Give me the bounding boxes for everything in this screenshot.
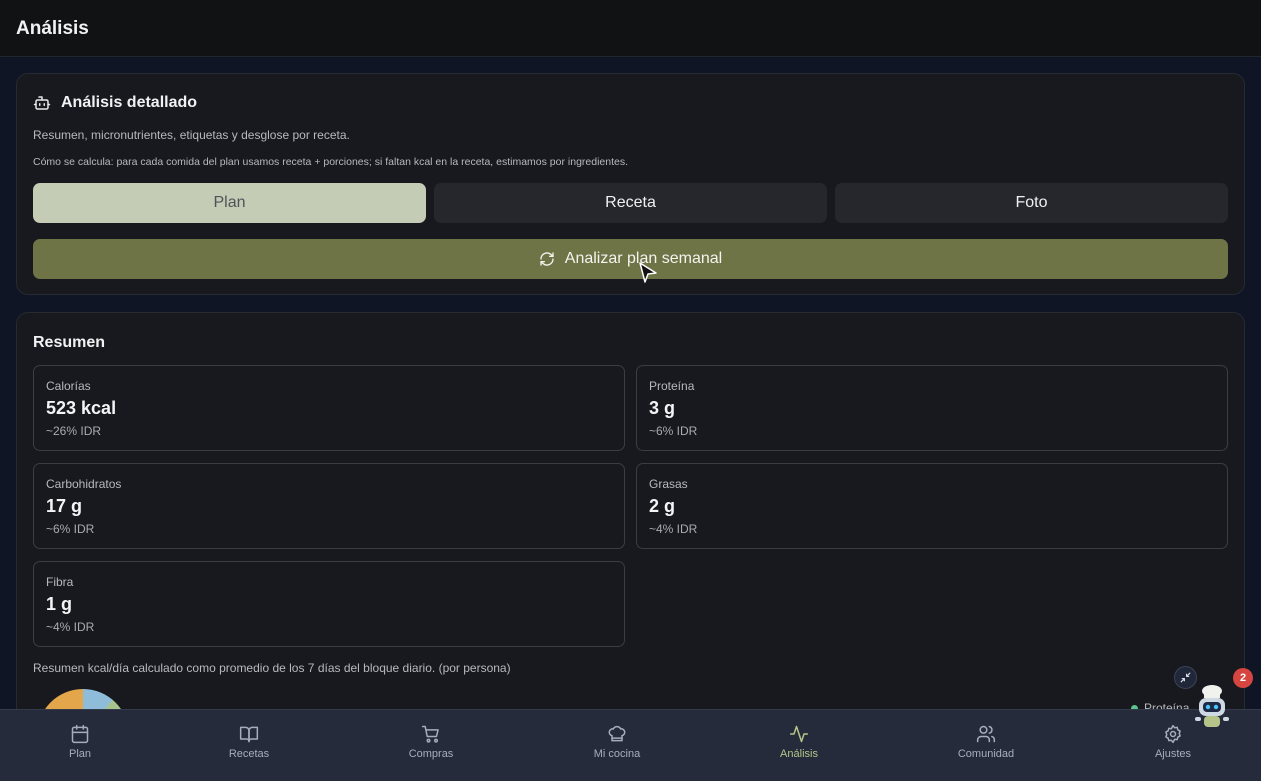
summary-note: Resumen kcal/día calculado como promedio… xyxy=(33,661,511,675)
nav-label: Mi cocina xyxy=(593,748,641,760)
stat-percent: ~4% IDR xyxy=(46,620,95,634)
nav-item-recetas[interactable]: Recetas xyxy=(199,724,299,760)
analysis-header: Análisis detallado xyxy=(33,94,197,112)
summary-title: Resumen xyxy=(33,334,106,351)
stat-percent: ~6% IDR xyxy=(649,424,698,438)
stat-label: Carbohidratos xyxy=(46,477,122,491)
chef-hat-icon xyxy=(608,725,626,742)
chef-bot-assistant-icon[interactable] xyxy=(1190,682,1234,732)
page-title: Análisis xyxy=(16,18,89,39)
mouse-cursor-icon xyxy=(639,262,657,283)
stat-label: Grasas xyxy=(649,477,688,491)
tab-plan[interactable]: Plan xyxy=(33,183,426,223)
summary-card: Resumen Calorías 523 kcal ~26% IDR Prote… xyxy=(16,312,1245,709)
stat-value: 17 g xyxy=(46,496,83,516)
calc-note: Cómo se calcula: para cada comida del pl… xyxy=(33,156,629,168)
stat-label: Proteína xyxy=(649,379,695,393)
nav-item-mi-cocina[interactable]: Mi cocina xyxy=(567,724,667,760)
stat-percent: ~26% IDR xyxy=(46,424,102,438)
tab-foto[interactable]: Foto xyxy=(835,183,1228,223)
stat-label: Calorías xyxy=(46,379,91,393)
stat-value: 3 g xyxy=(649,398,676,418)
stat-percent: ~4% IDR xyxy=(649,522,698,536)
nav-label: Ajustes xyxy=(1154,748,1192,760)
stat-protein: Proteína 3 g ~6% IDR xyxy=(636,365,1228,451)
nav-label: Recetas xyxy=(228,748,270,760)
nav-item-compras[interactable]: Compras xyxy=(381,724,481,760)
stat-calories: Calorías 523 kcal ~26% IDR xyxy=(33,365,625,451)
analyze-plan-button[interactable]: Analizar plan semanal xyxy=(33,239,1228,279)
top-bar: Análisis xyxy=(0,0,1261,57)
cart-icon xyxy=(421,725,439,743)
tab-receta[interactable]: Receta xyxy=(434,183,827,223)
legend-label: Proteína xyxy=(1144,701,1190,709)
nav-label: Análisis xyxy=(780,748,818,760)
analysis-card: Análisis detallado Resumen, micronutrien… xyxy=(16,73,1245,295)
stat-value: 523 kcal xyxy=(46,398,117,418)
main-content[interactable]: Análisis detallado Resumen, micronutrien… xyxy=(0,57,1261,709)
nav-label: Compras xyxy=(408,748,454,760)
gear-icon xyxy=(1165,724,1181,744)
stat-label: Fibra xyxy=(46,575,74,589)
macro-pie-chart xyxy=(37,689,129,709)
refresh-icon xyxy=(540,252,554,266)
book-icon xyxy=(239,726,259,743)
stat-fat: Grasas 2 g ~4% IDR xyxy=(636,463,1228,549)
analysis-title: Análisis detallado xyxy=(61,94,198,111)
analysis-description: Resumen, micronutrientes, etiquetas y de… xyxy=(33,128,350,142)
nav-item-plan[interactable]: Plan xyxy=(30,724,130,760)
notification-badge: 2 xyxy=(1233,668,1253,688)
stat-value: 2 g xyxy=(649,496,676,516)
stat-percent: ~6% IDR xyxy=(46,522,95,536)
nav-label: Comunidad xyxy=(957,748,1015,760)
nav-label: Plan xyxy=(68,748,92,760)
bottom-nav: Plan Recetas Compras Mi cocina Análisis … xyxy=(0,709,1261,781)
stat-carbs: Carbohidratos 17 g ~6% IDR xyxy=(33,463,625,549)
stat-value: 1 g xyxy=(46,594,73,614)
pie-legend: Proteína xyxy=(1131,701,1189,709)
activity-icon xyxy=(789,725,809,743)
nav-item-comunidad[interactable]: Comunidad xyxy=(936,724,1036,760)
stat-fiber: Fibra 1 g ~4% IDR xyxy=(33,561,625,647)
calendar-icon xyxy=(71,724,89,744)
nav-item-analisis[interactable]: Análisis xyxy=(749,724,849,760)
users-icon xyxy=(976,725,996,743)
bot-icon xyxy=(33,96,51,110)
